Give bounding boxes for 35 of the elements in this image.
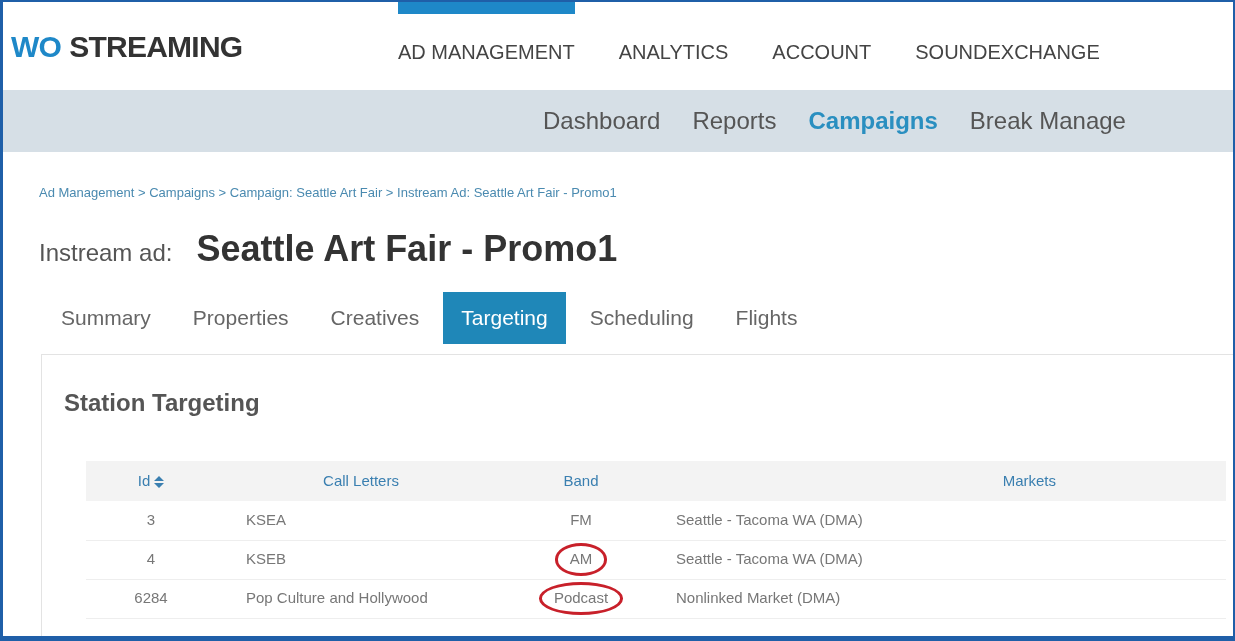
page-title: Seattle Art Fair - Promo1 [196, 227, 618, 271]
table-cell: Pop Culture and Hollywood [216, 579, 506, 618]
table-cell: 6284 [86, 579, 216, 618]
brand-name: STREAMING [69, 28, 243, 65]
table-cell-text: FM [569, 510, 593, 530]
table-cell: Seattle - Tacoma WA (DMA) [656, 501, 1226, 540]
table-cell: Podcast [538, 582, 624, 615]
table-cell: Seattle - Tacoma WA (DMA) [656, 540, 1226, 579]
page-title-prefix: Instream ad: [39, 238, 173, 268]
sub-nav-link[interactable]: Break Manage [969, 103, 1126, 139]
sub-nav-link[interactable]: Reports [692, 103, 777, 139]
tab[interactable]: Scheduling [571, 292, 712, 344]
main-nav-link[interactable]: ACCOUNT [772, 2, 872, 90]
column-header[interactable]: Markets [656, 461, 1226, 501]
table-cell: 4 [86, 540, 216, 579]
sort-icon [154, 475, 165, 488]
main-nav-link[interactable]: ANALYTICS [618, 2, 729, 90]
column-header[interactable]: Band [506, 461, 656, 501]
table-cell: AM [554, 543, 608, 576]
tab[interactable]: Targeting [443, 292, 566, 344]
main-nav-link[interactable]: SOUNDEXCHANGE [915, 2, 1100, 90]
section-title: Station Targeting [64, 388, 260, 418]
tab[interactable]: Flights [717, 292, 816, 344]
tab[interactable]: Summary [43, 292, 169, 344]
brand-accent: WO [11, 28, 62, 65]
sub-nav-link[interactable]: Dashboard [543, 103, 661, 139]
breadcrumb: Ad Management > Campaigns > Campaign: Seattle Art Fair > Instream Ad: Seattle Art Fair - Promo1 [39, 185, 617, 200]
tab[interactable]: Properties [174, 292, 307, 344]
column-header[interactable]: Id [86, 461, 216, 501]
table-cell: KSEB [216, 540, 506, 579]
column-header[interactable]: Call Letters [216, 461, 506, 501]
table-cell: KSEA [216, 501, 506, 540]
table-cell: 3 [86, 501, 216, 540]
tab[interactable]: Creatives [312, 292, 438, 344]
table-cell: Nonlinked Market (DMA) [656, 579, 1226, 618]
